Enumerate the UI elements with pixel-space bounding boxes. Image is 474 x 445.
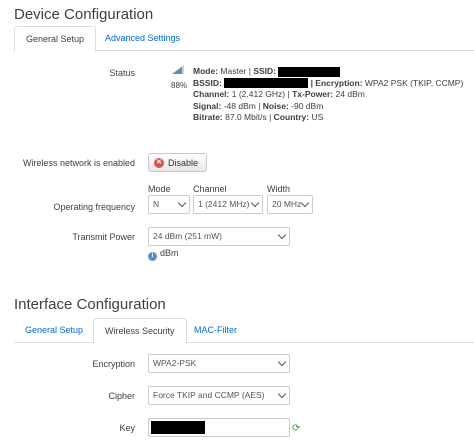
tab-advanced-settings[interactable]: Advanced Settings	[94, 26, 191, 51]
status-line-bssid: BSSID: | Encryption: WPA2 PSK (TKIP, CCM…	[193, 77, 464, 89]
disable-button[interactable]: ✕ Disable	[148, 153, 207, 172]
signal-strength-icon	[172, 65, 184, 74]
device-config-title: Device Configuration	[14, 6, 154, 23]
width-header: Width	[267, 184, 291, 194]
chevron-down-icon	[277, 230, 287, 240]
cipher-label: Cipher	[108, 391, 135, 401]
redacted-key	[151, 421, 205, 434]
info-icon: i	[148, 252, 157, 261]
status-line-mode: Mode: Master | SSID:	[193, 66, 463, 78]
tab-general-setup[interactable]: General Setup	[14, 26, 97, 52]
mode-header: Mode	[148, 184, 171, 194]
transmit-power-label: Transmit Power	[72, 232, 135, 242]
chevron-down-icon	[250, 198, 260, 208]
tab-mac-filter[interactable]: MAC-Filter	[183, 318, 248, 343]
chevron-down-icon	[277, 389, 287, 399]
interface-tabs: General Setup Wireless Security MAC-Filt…	[14, 318, 474, 344]
chevron-down-icon	[177, 198, 187, 208]
disable-button-label: Disable	[168, 158, 199, 168]
width-select[interactable]: 20 MHz	[267, 195, 313, 214]
dbm-hint: i dBm	[148, 248, 179, 261]
encryption-label: Encryption	[92, 359, 135, 369]
status-line-signal: Signal: -48 dBm | Noise: -90 dBm	[193, 100, 324, 111]
key-label: Key	[119, 423, 135, 433]
redacted-ssid	[278, 66, 341, 77]
chevron-down-icon	[277, 357, 287, 367]
refresh-icon[interactable]: ⟳	[292, 424, 302, 434]
status-line-bitrate: Bitrate: 87.0 Mbit/s | Country: US	[193, 112, 324, 123]
channel-select[interactable]: 1 (2412 MHz)	[193, 195, 263, 214]
mode-select[interactable]: N	[148, 195, 190, 214]
tab-iface-general-setup[interactable]: General Setup	[14, 318, 94, 343]
signal-percent: 88%	[171, 81, 188, 90]
wireless-enabled-label: Wireless network is enabled	[22, 158, 135, 168]
device-tabs: General Setup Advanced Settings	[14, 26, 474, 52]
status-label: Status	[109, 68, 135, 78]
cipher-select[interactable]: Force TKIP and CCMP (AES)	[148, 386, 290, 405]
operating-frequency-label: Operating frequency	[53, 202, 135, 212]
interface-config-title: Interface Configuration	[14, 296, 166, 313]
channel-header: Channel	[193, 184, 227, 194]
transmit-power-select[interactable]: 24 dBm (251 mW)	[148, 227, 290, 246]
disable-icon: ✕	[154, 158, 164, 168]
key-input[interactable]	[148, 418, 290, 437]
status-details: Mode: Master | SSID: BSSID: | Encryption…	[193, 66, 463, 124]
tab-wireless-security[interactable]: Wireless Security	[93, 318, 187, 344]
status-line-channel: Channel: 1 (2.412 GHz) | Tx-Power: 24 dB…	[193, 89, 365, 100]
chevron-down-icon	[300, 198, 310, 208]
encryption-select[interactable]: WPA2-PSK	[148, 354, 290, 373]
redacted-bssid	[224, 78, 309, 89]
